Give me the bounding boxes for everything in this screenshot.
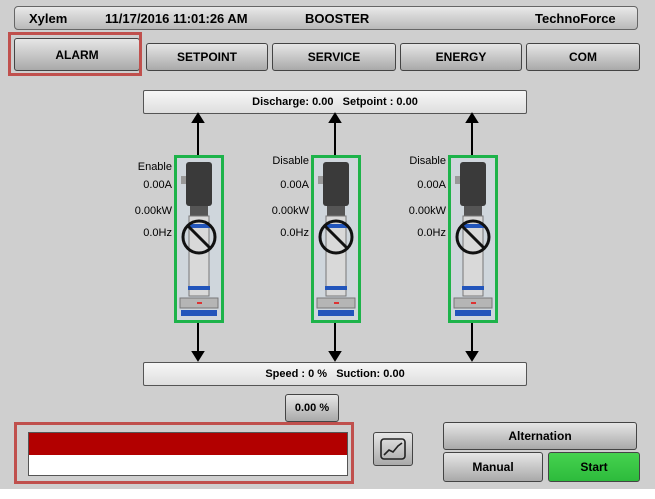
- speed-bar: Speed : 0 % Suction: 0.00: [143, 362, 527, 386]
- pump-2[interactable]: Disable 0.00A 0.00kW 0.0Hz: [237, 155, 367, 323]
- pump-3-freq: 0.0Hz: [417, 227, 446, 239]
- prohibited-icon: [181, 219, 217, 255]
- pump-2-power: 0.00kW: [271, 205, 309, 217]
- pump-1-current: 0.00A: [143, 179, 172, 191]
- pump-1-power: 0.00kW: [134, 205, 172, 217]
- pump-2-freq: 0.0Hz: [280, 227, 309, 239]
- speed-text: Speed : 0 % Suction: 0.00: [265, 368, 405, 380]
- pump-2-status: Disable: [272, 155, 309, 167]
- trend-chart-button[interactable]: [373, 432, 413, 466]
- pump-3-frame: [448, 155, 498, 323]
- pump-3-current: 0.00A: [417, 179, 446, 191]
- pump-1-status: Enable: [137, 161, 172, 173]
- start-button[interactable]: Start: [548, 452, 640, 482]
- pump-2-current: 0.00A: [280, 179, 309, 191]
- trend-chart-icon: [380, 438, 406, 460]
- speed-percent-button[interactable]: 0.00 %: [285, 394, 339, 422]
- pump-1-freq: 0.0Hz: [143, 227, 172, 239]
- pump-3-status: Disable: [409, 155, 446, 167]
- alternation-button[interactable]: Alternation: [443, 422, 637, 450]
- manual-button[interactable]: Manual: [443, 452, 543, 482]
- pump-2-frame: [311, 155, 361, 323]
- pump-3-power: 0.00kW: [408, 205, 446, 217]
- alarm-highlight: [14, 422, 354, 484]
- hmi-screen: Xylem 11/17/2016 11:01:26 AM BOOSTER Tec…: [0, 0, 655, 489]
- pump-1-frame: [174, 155, 224, 323]
- prohibited-icon: [318, 219, 354, 255]
- prohibited-icon: [455, 219, 491, 255]
- pump-1[interactable]: Enable 0.00A 0.00kW 0.0Hz: [100, 155, 230, 323]
- pump-3[interactable]: Disable 0.00A 0.00kW 0.0Hz: [374, 155, 504, 323]
